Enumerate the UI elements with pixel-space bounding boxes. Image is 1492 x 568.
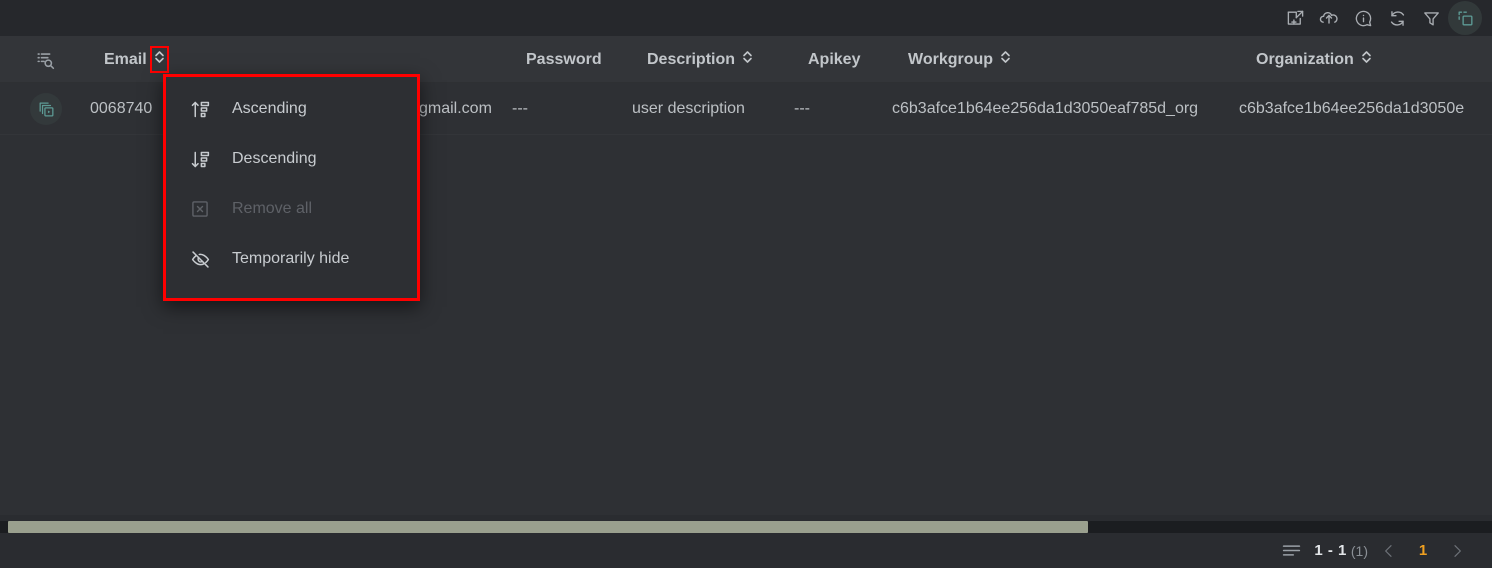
list-search-icon[interactable] — [35, 36, 57, 83]
menu-item-label: Remove all — [232, 200, 313, 217]
cell-workgroup: c6b3afce1b64ee256da1d3050eaf785d_org — [892, 100, 1199, 117]
row-total: (1) — [1350, 542, 1368, 559]
top-toolbar — [0, 0, 1492, 36]
column-label: Workgroup — [908, 50, 994, 68]
prev-page-button[interactable] — [1372, 536, 1406, 566]
column-header-email[interactable]: Email — [104, 36, 169, 83]
column-sort-menu[interactable]: Ascending Descending Remove all Temporar… — [163, 74, 420, 301]
menu-item-label: Ascending — [232, 100, 307, 117]
cell-password: --- — [512, 100, 528, 117]
select-columns-icon[interactable] — [1448, 1, 1482, 35]
menu-item-label: Descending — [232, 150, 317, 167]
sort-toggle-description-icon[interactable] — [741, 49, 754, 70]
column-label: Description — [647, 50, 736, 68]
column-label: Password — [526, 50, 602, 68]
menu-item-remove-all: Remove all — [166, 184, 417, 234]
eye-off-icon — [188, 249, 212, 270]
app-root: Email Password Description Apikey Workgr… — [0, 0, 1492, 568]
menu-item-temporarily-hide[interactable]: Temporarily hide — [166, 234, 417, 284]
sort-descending-icon — [188, 149, 212, 170]
upload-cloud-icon[interactable] — [1312, 1, 1346, 35]
filter-icon[interactable] — [1414, 1, 1448, 35]
rows-lines-icon[interactable] — [1281, 540, 1302, 561]
layers-play-icon[interactable] — [30, 93, 62, 125]
sort-toggle-email-icon[interactable] — [149, 46, 169, 73]
column-header-description[interactable]: Description — [647, 36, 754, 83]
column-header-apikey[interactable]: Apikey — [808, 36, 860, 83]
open-in-new-window-icon[interactable] — [1278, 1, 1312, 35]
horizontal-scrollbar-thumb[interactable] — [8, 521, 1088, 533]
horizontal-scrollbar-track[interactable] — [0, 521, 1492, 533]
menu-item-label: Temporarily hide — [232, 250, 350, 267]
column-header-password[interactable]: Password — [526, 36, 602, 83]
pagination-bar: 1 - 1 (1) 1 — [0, 533, 1492, 568]
menu-item-ascending[interactable]: Ascending — [166, 84, 417, 134]
cell-apikey: --- — [794, 100, 810, 117]
menu-item-descending[interactable]: Descending — [166, 134, 417, 184]
column-label: Apikey — [808, 50, 861, 68]
info-icon[interactable] — [1346, 1, 1380, 35]
sort-ascending-icon — [188, 99, 212, 120]
cell-organization: c6b3afce1b64ee256da1d3050e — [1239, 100, 1465, 117]
cell-description: user description — [632, 100, 745, 117]
column-label: Organization — [1256, 50, 1354, 68]
cell-email-suffix: gmail.com — [419, 100, 492, 117]
column-header-organization[interactable]: Organization — [1256, 36, 1373, 83]
column-header-workgroup[interactable]: Workgroup — [908, 36, 1012, 83]
sort-toggle-organization-icon[interactable] — [1360, 49, 1373, 70]
sort-toggle-workgroup-icon[interactable] — [999, 49, 1012, 70]
cell-email-prefix: 0068740 — [90, 100, 153, 117]
refresh-icon[interactable] — [1380, 1, 1414, 35]
row-range: 1 - 1 — [1314, 542, 1347, 559]
page-number-1[interactable]: 1 — [1410, 538, 1436, 564]
next-page-button[interactable] — [1440, 536, 1474, 566]
remove-box-icon — [188, 199, 212, 219]
column-label: Email — [104, 50, 147, 68]
